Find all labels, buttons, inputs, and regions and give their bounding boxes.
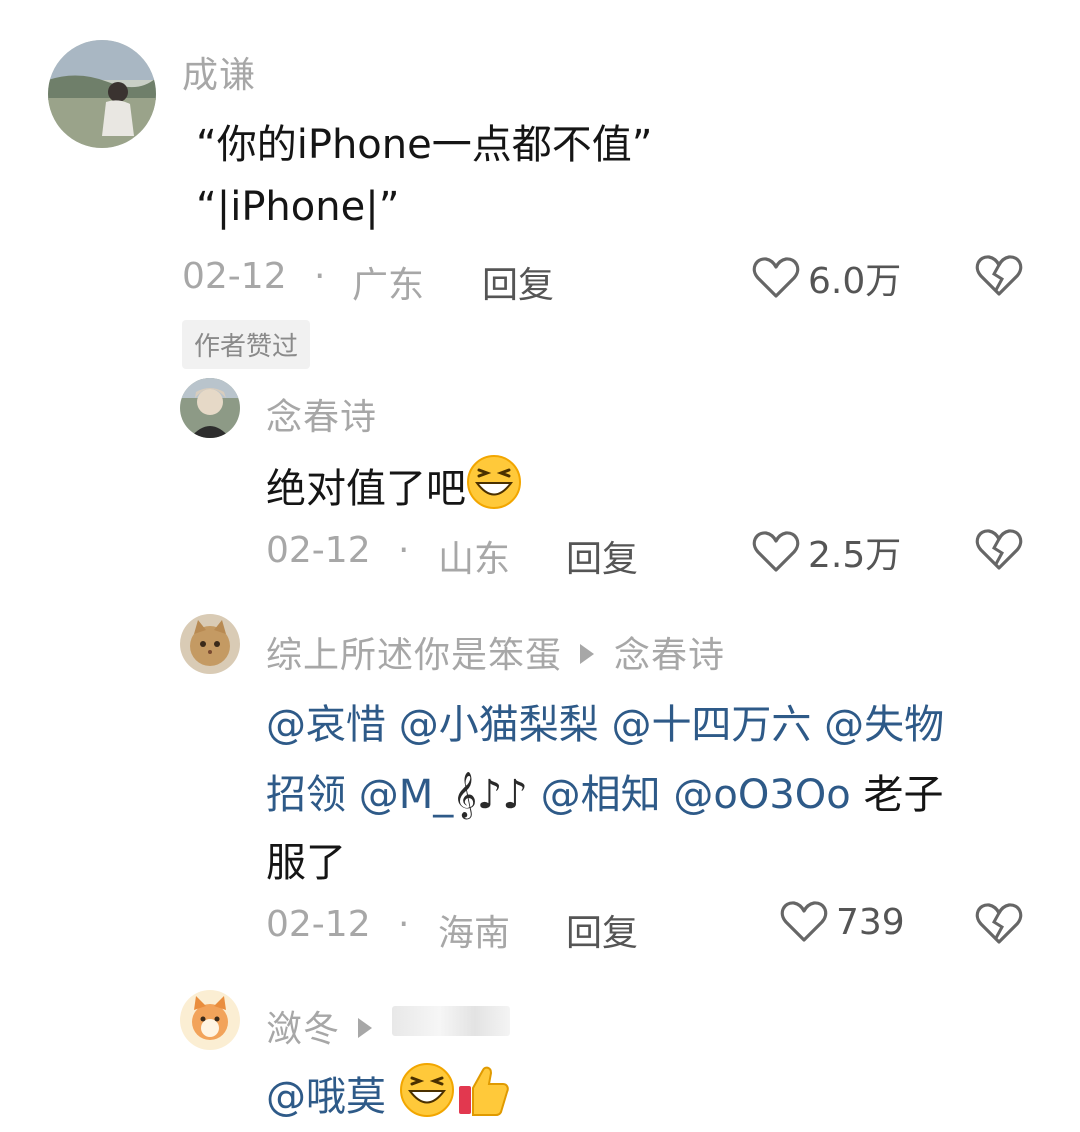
reply-to-username[interactable]: 念春诗: [614, 635, 725, 676]
like-count: 739: [836, 901, 905, 943]
reply-button[interactable]: 回复: [482, 256, 554, 308]
comment-location: 广东: [352, 265, 425, 306]
masked-username: [392, 1006, 510, 1036]
author-liked-badge: 作者赞过: [182, 320, 311, 369]
meta-separator: ·: [398, 530, 410, 571]
mention[interactable]: @小猫梨梨: [399, 702, 599, 748]
dislike-icon[interactable]: [974, 526, 1024, 572]
comment-username[interactable]: 念春诗: [266, 388, 377, 440]
mention[interactable]: @十四万六: [611, 702, 811, 748]
comment-username: 潋冬: [266, 1000, 392, 1052]
meta-separator: ·: [398, 904, 410, 945]
comment-text-line: 招领 @M_𝄞♪♪ @相知 @oO3Oo 老子: [266, 762, 943, 820]
comment-author-name[interactable]: 综上所述你是笨蛋: [266, 635, 562, 676]
grinning-squint-emoji: [399, 1062, 455, 1128]
comment-text-line: @哀惜 @小猫梨梨 @十四万六 @失物: [266, 692, 944, 750]
reply-button[interactable]: 回复: [566, 904, 638, 956]
dislike-icon[interactable]: [974, 252, 1024, 298]
avatar[interactable]: [180, 614, 240, 674]
comment-text-fragment: 老子: [863, 772, 944, 818]
like-button[interactable]: 6.0万: [752, 252, 901, 304]
reply-to-arrow-icon: [358, 1018, 373, 1038]
heart-icon: [752, 531, 800, 572]
dislike-icon[interactable]: [974, 900, 1024, 946]
comment-text-line: “|iPhone|”: [196, 184, 400, 230]
comment-location: 海南: [438, 913, 511, 954]
mention[interactable]: @哀惜: [266, 702, 386, 748]
comment-location: 山东: [438, 539, 511, 580]
avatar[interactable]: [48, 40, 156, 148]
comment-date: 02-12: [266, 530, 371, 571]
like-button[interactable]: 2.5万: [752, 526, 901, 578]
avatar[interactable]: [180, 990, 240, 1050]
comment-text-line: “你的iPhone一点都不值”: [196, 122, 653, 168]
meta-separator: ·: [314, 256, 326, 297]
comment-username: 综上所述你是笨蛋 念春诗: [266, 626, 725, 678]
comment-username[interactable]: 成谦: [182, 46, 256, 98]
mention[interactable]: @oO3Oo: [673, 772, 850, 818]
mention[interactable]: @失物: [824, 702, 944, 748]
music-notes-icon: 𝄞♪♪: [453, 772, 528, 818]
mention[interactable]: 招领 @M_𝄞♪♪: [266, 772, 528, 818]
comment-date: 02-12: [182, 256, 287, 297]
like-button[interactable]: 739: [780, 900, 905, 944]
avatar[interactable]: [180, 378, 240, 438]
reply-button[interactable]: 回复: [566, 530, 638, 582]
like-count: 2.5万: [808, 535, 902, 576]
grinning-squint-emoji: [466, 454, 522, 520]
comment-text: 绝对值了吧: [266, 454, 522, 524]
mention[interactable]: @哦莫: [266, 1074, 386, 1120]
like-count: 6.0万: [808, 261, 902, 302]
comment-text: @哦莫: [266, 1062, 511, 1132]
heart-icon: [752, 257, 800, 298]
thumbs-up-emoji: [455, 1062, 511, 1128]
heart-icon: [780, 901, 828, 942]
comment-author-name[interactable]: 潋冬: [266, 1009, 340, 1050]
mention[interactable]: @相知: [541, 772, 661, 818]
reply-to-arrow-icon: [580, 644, 595, 664]
comment-date: 02-12: [266, 904, 371, 945]
comment-text-line: 服了: [266, 840, 346, 886]
